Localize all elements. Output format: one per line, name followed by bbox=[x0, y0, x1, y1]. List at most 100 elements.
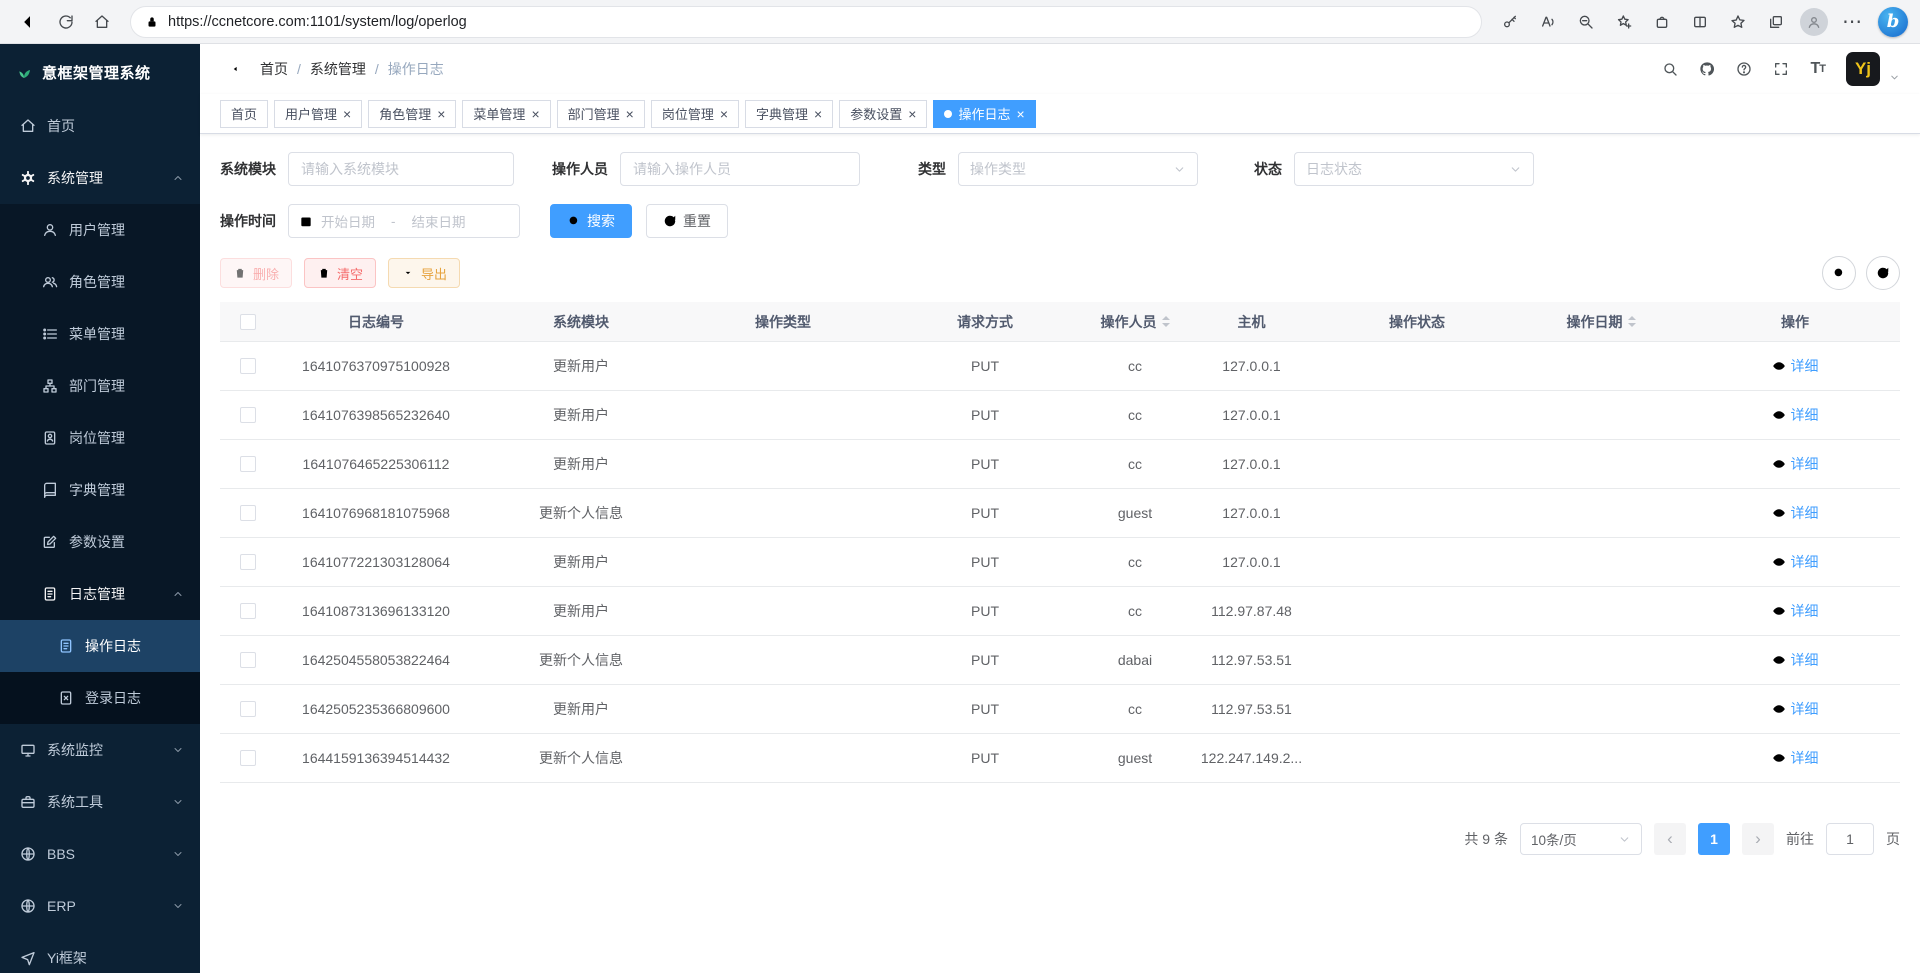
sort-caret[interactable] bbox=[1162, 316, 1170, 327]
tab-close-icon[interactable]: × bbox=[531, 107, 539, 121]
bing-chat-button[interactable]: b bbox=[1878, 7, 1908, 37]
sidebar-item-tools[interactable]: 系统工具 bbox=[0, 776, 200, 828]
detail-link[interactable]: 详细 bbox=[1772, 405, 1819, 425]
detail-link[interactable]: 详细 bbox=[1772, 454, 1819, 474]
tab-post[interactable]: 岗位管理× bbox=[651, 100, 739, 128]
sidebar-item-log[interactable]: 日志管理 bbox=[0, 568, 200, 620]
chevron-down-icon[interactable] bbox=[1889, 72, 1900, 83]
collections-button[interactable] bbox=[1758, 4, 1794, 40]
detail-link[interactable]: 详细 bbox=[1772, 552, 1819, 572]
tab-role[interactable]: 角色管理× bbox=[368, 100, 456, 128]
tab-dict[interactable]: 字典管理× bbox=[745, 100, 833, 128]
breadcrumb-home[interactable]: 首页 bbox=[260, 59, 288, 79]
font-size-button[interactable]: TT bbox=[1810, 60, 1825, 78]
status-select[interactable]: 日志状态 bbox=[1294, 152, 1534, 186]
sidebar-item-erp[interactable]: ERP bbox=[0, 880, 200, 932]
tab-close-icon[interactable]: × bbox=[814, 107, 822, 121]
browser-home-button[interactable] bbox=[84, 4, 120, 40]
search-button[interactable]: 搜索 bbox=[550, 204, 632, 238]
toggle-search-button[interactable] bbox=[1822, 256, 1856, 290]
row-checkbox[interactable] bbox=[240, 505, 256, 521]
fullscreen-button[interactable] bbox=[1773, 61, 1789, 77]
sidebar-item-operlog[interactable]: 操作日志 bbox=[0, 620, 200, 672]
browser-profile-button[interactable] bbox=[1796, 4, 1832, 40]
browser-refresh-button[interactable] bbox=[48, 4, 84, 40]
app-logo[interactable]: 意框架管理系统 bbox=[0, 44, 200, 100]
split-screen-button[interactable] bbox=[1682, 4, 1718, 40]
row-checkbox[interactable] bbox=[240, 603, 256, 619]
read-aloud-button[interactable] bbox=[1530, 4, 1566, 40]
add-favorite-button[interactable] bbox=[1606, 4, 1642, 40]
next-page-button[interactable]: › bbox=[1742, 823, 1774, 855]
row-checkbox[interactable] bbox=[240, 407, 256, 423]
sidebar-collapse-button[interactable] bbox=[220, 59, 240, 79]
cell-module: 更新个人信息 bbox=[477, 503, 685, 523]
tab-close-icon[interactable]: × bbox=[437, 107, 445, 121]
sidebar-item-dict[interactable]: 字典管理 bbox=[0, 464, 200, 516]
tab-close-icon[interactable]: × bbox=[1016, 107, 1024, 121]
jump-page-input[interactable] bbox=[1826, 823, 1874, 855]
browser-more-button[interactable]: ⋯ bbox=[1834, 4, 1870, 40]
sidebar-item-post[interactable]: 岗位管理 bbox=[0, 412, 200, 464]
detail-link[interactable]: 详细 bbox=[1772, 650, 1819, 670]
tab-close-icon[interactable]: × bbox=[720, 107, 728, 121]
breadcrumb-system[interactable]: 系统管理 bbox=[310, 59, 366, 79]
eye-icon bbox=[1772, 408, 1786, 422]
row-checkbox[interactable] bbox=[240, 358, 256, 374]
sidebar-item-system[interactable]: 系统管理 bbox=[0, 152, 200, 204]
type-select[interactable]: 操作类型 bbox=[958, 152, 1198, 186]
clear-button[interactable]: 清空 bbox=[304, 258, 376, 288]
tab-close-icon[interactable]: × bbox=[343, 107, 351, 121]
page-number-button[interactable]: 1 bbox=[1698, 823, 1730, 855]
github-button[interactable] bbox=[1699, 61, 1715, 77]
sidebar-item-dept[interactable]: 部门管理 bbox=[0, 360, 200, 412]
export-button[interactable]: 导出 bbox=[388, 258, 460, 288]
tab-menu[interactable]: 菜单管理× bbox=[462, 100, 550, 128]
header-search-button[interactable] bbox=[1662, 61, 1678, 77]
tab-param[interactable]: 参数设置× bbox=[839, 100, 927, 128]
delete-button[interactable]: 删除 bbox=[220, 258, 292, 288]
sidebar-item-user[interactable]: 用户管理 bbox=[0, 204, 200, 256]
tab-close-icon[interactable]: × bbox=[626, 107, 634, 121]
zoom-out-button[interactable] bbox=[1568, 4, 1604, 40]
favorites-button[interactable] bbox=[1720, 4, 1756, 40]
detail-link[interactable]: 详细 bbox=[1772, 503, 1819, 523]
row-checkbox[interactable] bbox=[240, 456, 256, 472]
module-input[interactable] bbox=[288, 152, 514, 186]
tab-operlog-active[interactable]: 操作日志× bbox=[933, 100, 1035, 128]
date-range-picker[interactable]: 开始日期 - 结束日期 bbox=[288, 204, 520, 238]
reset-button[interactable]: 重置 bbox=[646, 204, 728, 238]
refresh-table-button[interactable] bbox=[1866, 256, 1900, 290]
address-bar[interactable]: https://ccnetcore.com:1101/system/log/op… bbox=[130, 6, 1482, 38]
prev-page-button[interactable]: ‹ bbox=[1654, 823, 1686, 855]
detail-link[interactable]: 详细 bbox=[1772, 356, 1819, 376]
tab-dept[interactable]: 部门管理× bbox=[557, 100, 645, 128]
password-key-button[interactable] bbox=[1492, 4, 1528, 40]
row-checkbox[interactable] bbox=[240, 554, 256, 570]
tab-close-icon[interactable]: × bbox=[908, 107, 916, 121]
detail-link[interactable]: 详细 bbox=[1772, 699, 1819, 719]
row-checkbox[interactable] bbox=[240, 701, 256, 717]
help-button[interactable] bbox=[1736, 61, 1752, 77]
tab-user[interactable]: 用户管理× bbox=[274, 100, 362, 128]
row-checkbox[interactable] bbox=[240, 750, 256, 766]
sidebar-item-yi[interactable]: Yi框架 bbox=[0, 932, 200, 973]
browser-back-button[interactable] bbox=[12, 4, 48, 40]
select-all-checkbox[interactable] bbox=[240, 314, 256, 330]
sidebar-item-param[interactable]: 参数设置 bbox=[0, 516, 200, 568]
detail-link[interactable]: 详细 bbox=[1772, 601, 1819, 621]
sidebar-item-monitor[interactable]: 系统监控 bbox=[0, 724, 200, 776]
sidebar-item-loginlog[interactable]: 登录日志 bbox=[0, 672, 200, 724]
detail-link[interactable]: 详细 bbox=[1772, 748, 1819, 768]
row-checkbox[interactable] bbox=[240, 652, 256, 668]
user-menu-logo[interactable]: Yj bbox=[1846, 52, 1880, 86]
sidebar-item-role[interactable]: 角色管理 bbox=[0, 256, 200, 308]
sort-caret[interactable] bbox=[1628, 316, 1636, 327]
sidebar-item-bbs[interactable]: BBS bbox=[0, 828, 200, 880]
tab-home[interactable]: 首页 bbox=[220, 100, 268, 128]
operator-input[interactable] bbox=[620, 152, 860, 186]
page-size-select[interactable]: 10条/页 bbox=[1520, 823, 1642, 855]
extensions-button[interactable] bbox=[1644, 4, 1680, 40]
sidebar-item-menu[interactable]: 菜单管理 bbox=[0, 308, 200, 360]
sidebar-item-home[interactable]: 首页 bbox=[0, 100, 200, 152]
